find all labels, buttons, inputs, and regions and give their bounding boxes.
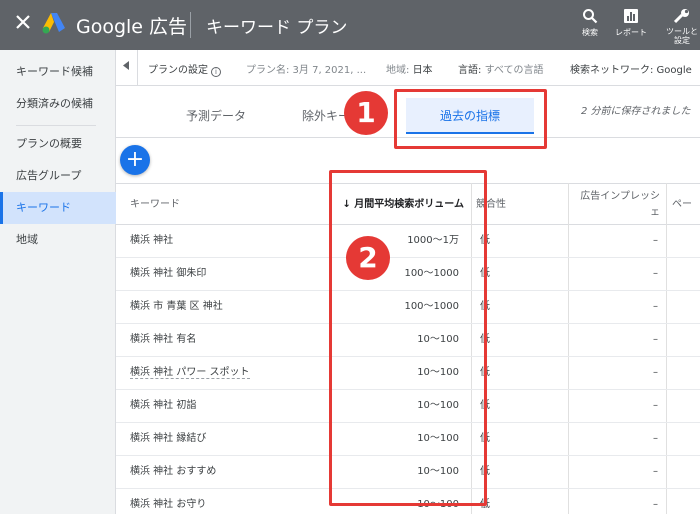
sidebar-item-plan-overview[interactable]: プランの概要 xyxy=(0,128,116,160)
impression-cell: – xyxy=(653,235,658,246)
impression-cell: – xyxy=(653,499,658,510)
keyword-cell: 横浜 神社 xyxy=(130,235,174,246)
saved-status: 2 分前に保存されました xyxy=(581,106,691,117)
sidebar-item-locations[interactable]: 地域 xyxy=(0,224,116,256)
impression-header-line2: ェ xyxy=(650,207,660,218)
region-value: 日本 xyxy=(412,65,433,76)
language-value: すべての言語 xyxy=(484,65,544,76)
keyword-cell: 横浜 神社 縁結び xyxy=(130,433,207,444)
column-header-page-bid[interactable]: ペー xyxy=(672,184,692,226)
annotation-badge-1: 1 xyxy=(344,91,388,135)
tab-forecasts[interactable]: 予測データ xyxy=(186,86,246,138)
sidebar-divider xyxy=(16,125,96,126)
keyword-cell: 横浜 神社 パワー スポット xyxy=(130,357,250,389)
triangle-left-icon xyxy=(123,61,129,70)
top-app-bar: Google 広告 キーワード プラン 検索 レポート ツールと 設定 xyxy=(0,0,700,50)
impression-cell: – xyxy=(653,367,658,378)
tools-label-line2: 設定 xyxy=(674,36,690,45)
google-ads-logo[interactable] xyxy=(42,12,66,34)
annotation-box-volume-column xyxy=(329,170,487,506)
sidebar-item-keyword-ideas[interactable]: キーワード候補 xyxy=(0,56,116,88)
tools-settings-button[interactable]: ツールと 設定 xyxy=(664,8,700,45)
report-label: レポート xyxy=(615,28,647,37)
sidebar-item-keywords[interactable]: キーワード xyxy=(0,192,116,224)
tab-negative-keywords[interactable]: 除外キー xyxy=(302,86,350,138)
search-label: 検索 xyxy=(582,28,598,37)
plan-settings-bar: プランの設定 i プラン名: 3月 7, 2021, ... 地域: 日本 言語:… xyxy=(116,50,700,86)
impression-cell: – xyxy=(653,334,658,345)
brand-name: Google 広告 xyxy=(76,16,188,38)
keyword-cell: 横浜 神社 有名 xyxy=(130,334,197,345)
language-label: 言語: xyxy=(458,65,482,76)
keyword-cell: 横浜 神社 おすすめ xyxy=(130,466,217,477)
network-setting[interactable]: 検索ネットワーク: Google xyxy=(570,61,692,76)
annotation-box-tab xyxy=(394,89,547,149)
keyword-cell: 横浜 神社 初詣 xyxy=(130,400,197,411)
column-header-keyword[interactable]: キーワード xyxy=(130,184,180,226)
impression-cell: – xyxy=(653,433,658,444)
plan-settings-label[interactable]: プランの設定 i xyxy=(148,61,221,77)
impression-cell: – xyxy=(653,400,658,411)
add-keyword-button[interactable]: + xyxy=(120,145,150,175)
plan-name[interactable]: プラン名: 3月 7, 2021, ... xyxy=(246,61,366,76)
wrench-icon xyxy=(673,9,689,24)
sidebar: キーワード候補 分類済みの候補 プランの概要 広告グループ キーワード 地域 xyxy=(0,50,116,514)
keyword-cell: 横浜 市 青葉 区 神社 xyxy=(130,301,223,312)
impression-header-line1: 広告インプレッシ xyxy=(580,191,660,202)
keyword-cell: 横浜 神社 お守り xyxy=(130,499,207,510)
impression-cell: – xyxy=(653,301,658,312)
keyword-text: 横浜 神社 パワー スポット xyxy=(130,367,250,379)
region-label: 地域: xyxy=(386,65,410,76)
search-button[interactable]: 検索 xyxy=(577,8,603,38)
impression-cell: – xyxy=(653,466,658,477)
language-setting[interactable]: 言語: すべての言語 xyxy=(458,61,543,76)
sidebar-item-ad-groups[interactable]: 広告グループ xyxy=(0,160,116,192)
sidebar-item-grouped-ideas[interactable]: 分類済みの候補 xyxy=(0,88,116,120)
bar-chart-icon xyxy=(624,9,638,23)
close-icon[interactable] xyxy=(14,13,34,33)
plan-settings-text: プランの設定 xyxy=(148,65,208,76)
keyword-cell: 横浜 神社 御朱印 xyxy=(130,268,207,279)
report-button[interactable]: レポート xyxy=(612,8,650,38)
search-icon xyxy=(583,9,598,24)
tools-label-line1: ツールと xyxy=(666,27,698,36)
info-icon[interactable]: i xyxy=(211,67,221,77)
page-title: キーワード プラン xyxy=(206,18,348,38)
header-divider xyxy=(190,12,191,38)
annotation-badge-2: 2 xyxy=(346,236,390,280)
region-setting[interactable]: 地域: 日本 xyxy=(386,61,433,76)
impression-cell: – xyxy=(653,268,658,279)
collapse-sidebar-button[interactable] xyxy=(116,50,138,86)
